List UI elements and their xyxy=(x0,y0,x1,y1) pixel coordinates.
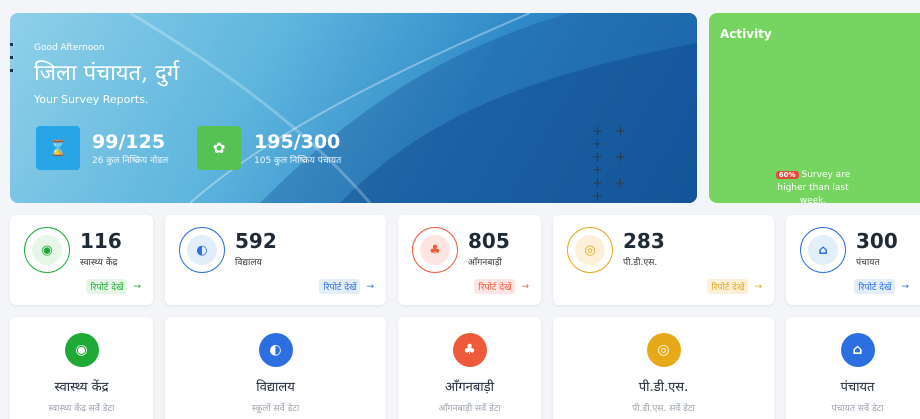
card-panchayat: ⌂ 300 पंचायत रिपोर्ट देखें → xyxy=(786,215,920,305)
tile-title: पंचायत xyxy=(840,380,875,395)
tile-title: पी.डी.एस. xyxy=(638,380,689,395)
hourglass-icon: ⌛ xyxy=(36,126,80,170)
card-label: विद्यालय xyxy=(235,258,262,268)
card-count: 805 xyxy=(468,229,510,253)
arrow-right-icon: → xyxy=(521,281,529,292)
side-dots xyxy=(10,43,14,88)
card-count: 592 xyxy=(235,229,277,253)
tile-title: विद्यालय xyxy=(256,380,295,395)
tile-subtitle: पी.डी.एस. सर्वे डेटा xyxy=(632,404,695,414)
tile-panchayat[interactable]: ⌂ पंचायत पंचायत सर्वे डेटा xyxy=(786,317,920,419)
health-icon: ◉ xyxy=(64,333,99,367)
tile-pds[interactable]: ◎ पी.डी.एस. पी.डी.एस. सर्वे डेटा xyxy=(553,317,774,419)
cluster-icon: ✿ xyxy=(197,126,241,170)
activity-card: Activity 60% Survey are higher than last … xyxy=(709,13,920,206)
activity-badge: 60% xyxy=(775,171,799,179)
view-report-link[interactable]: रिपोर्ट देखें → xyxy=(854,279,909,294)
card-label: स्वास्थ्य केंद्र xyxy=(80,258,118,268)
anganwadi-icon: ♣ xyxy=(412,227,458,273)
card-pds: ◎ 283 पी.डी.एस. रिपोर्ट देखें → xyxy=(553,215,774,305)
school-icon: ◐ xyxy=(258,333,293,367)
pds-icon: ◎ xyxy=(646,333,681,367)
card-health: ◉ 116 स्वास्थ्य केंद्र रिपोर्ट देखें → xyxy=(10,215,153,305)
tile-subtitle: आँगनबाड़ी सर्वे डेटा xyxy=(438,404,501,414)
stat-value-nodal: 99/125 xyxy=(92,131,166,153)
tile-anganwadi[interactable]: ♣ आँगनबाड़ी आँगनबाड़ी सर्वे डेटा xyxy=(398,317,541,419)
greeting-text: Good Afternoon xyxy=(34,43,105,53)
tile-title: आँगनबाड़ी xyxy=(445,380,494,395)
tile-subtitle: स्कूलों सर्वे डेटा xyxy=(251,404,300,414)
tile-subtitle: पंचायत सर्वे डेटा xyxy=(831,404,884,414)
view-report-link[interactable]: रिपोर्ट देखें → xyxy=(474,279,529,294)
school-icon: ◐ xyxy=(179,227,225,273)
card-count: 283 xyxy=(623,229,665,253)
hero-subtitle: Your Survey Reports. xyxy=(34,93,149,106)
tile-school[interactable]: ◐ विद्यालय स्कूलों सर्वे डेटा xyxy=(165,317,386,419)
card-anganwadi: ♣ 805 आँगनबाड़ी रिपोर्ट देखें → xyxy=(398,215,541,305)
health-icon: ◉ xyxy=(24,227,70,273)
anganwadi-icon: ♣ xyxy=(452,333,487,367)
view-report-link[interactable]: रिपोर्ट देखें → xyxy=(707,279,762,294)
plus-decoration: + + + + + + + + + xyxy=(592,124,630,203)
hero-banner: Good Afternoon जिला पंचायत, दुर्ग Your S… xyxy=(10,13,697,203)
panchayat-icon: ⌂ xyxy=(800,227,846,273)
arrow-right-icon: → xyxy=(366,281,374,292)
card-label: पी.डी.एस. xyxy=(623,258,658,268)
stat-label-nodal: 26 कुल निष्क्रिय नोडल xyxy=(92,156,169,166)
card-school: ◐ 592 विद्यालय रिपोर्ट देखें → xyxy=(165,215,386,305)
arrow-right-icon: → xyxy=(133,281,141,292)
view-report-link[interactable]: रिपोर्ट देखें → xyxy=(86,279,141,294)
view-report-link[interactable]: रिपोर्ट देखें → xyxy=(319,279,374,294)
card-count: 300 xyxy=(856,229,898,253)
arrow-right-icon: → xyxy=(901,281,909,292)
stat-value-panchayat: 195/300 xyxy=(254,131,341,153)
tile-health[interactable]: ◉ स्वास्थ्य केंद्र स्वास्थ्य केंद्र सर्व… xyxy=(10,317,153,419)
activity-title: Activity xyxy=(720,27,772,41)
panchayat-icon: ⌂ xyxy=(840,333,875,367)
tile-subtitle: स्वास्थ्य केंद्र सर्वे डेटा xyxy=(48,404,115,414)
card-count: 116 xyxy=(80,229,122,253)
activity-message: 60% Survey are higher than last week. xyxy=(775,170,851,206)
page-title: जिला पंचायत, दुर्ग xyxy=(34,61,180,86)
tile-title: स्वास्थ्य केंद्र xyxy=(54,380,109,395)
pds-icon: ◎ xyxy=(567,227,613,273)
stat-label-panchayat: 105 कुल निष्क्रिय पंचायत xyxy=(254,156,342,166)
card-label: आँगनबाड़ी xyxy=(468,258,502,268)
arrow-right-icon: → xyxy=(754,281,762,292)
card-label: पंचायत xyxy=(856,258,880,268)
